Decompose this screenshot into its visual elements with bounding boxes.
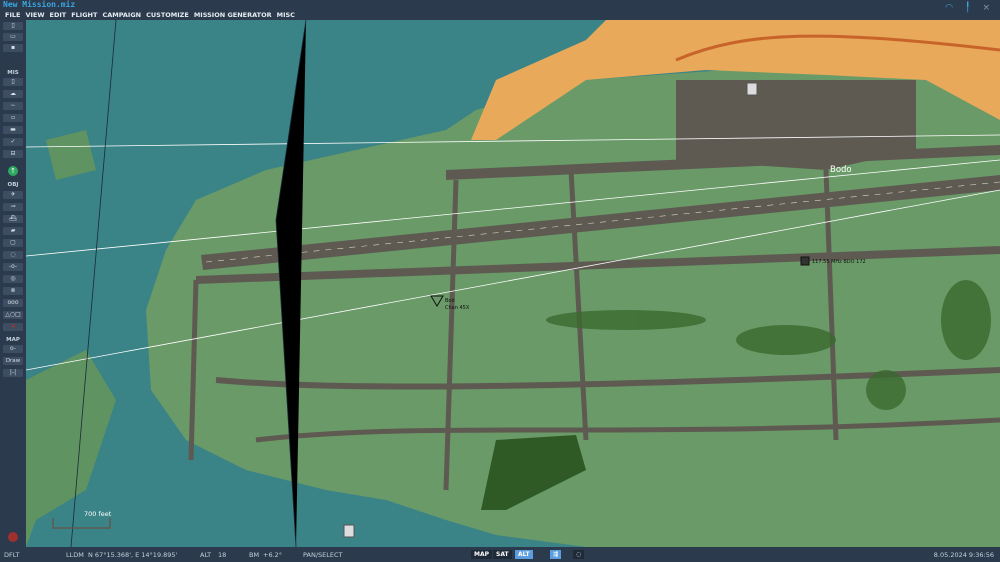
mis-label: MIS (7, 70, 19, 76)
template-icon[interactable]: ◌ (3, 251, 23, 259)
waypoint-icon[interactable]: -o- (3, 263, 23, 271)
shapes-icon[interactable]: △○□ (3, 311, 23, 319)
up-arrow-icon[interactable]: ↑ (8, 166, 18, 176)
weather-icon[interactable]: ☁ (3, 90, 23, 98)
menu-file[interactable]: FILE (5, 11, 20, 20)
window-title: New Mission.miz (3, 0, 76, 9)
alt-view-button[interactable]: ALT (515, 550, 533, 559)
mission-tasks-icon[interactable]: ⊟ (3, 150, 23, 158)
tacan-label-name[interactable]: Bod (445, 298, 455, 304)
delete-icon[interactable]: ✕ (3, 323, 23, 331)
clock-icon[interactable]: ◌ (573, 550, 585, 559)
tank-icon[interactable]: ▰ (3, 227, 23, 235)
menu-bar: FILE VIEW EDIT FLIGHT CAMPAIGN CUSTOMIZE… (0, 11, 1000, 20)
coord-mode[interactable]: LLDM (66, 551, 84, 559)
menu-mission-generator[interactable]: MISSION GENERATOR (194, 11, 272, 20)
ship-icon[interactable]: ⛴ (3, 215, 23, 223)
coords-readout: N 67°15.368', E 14°19.895' (88, 551, 178, 559)
mode-readout: PAN/SELECT (303, 551, 343, 559)
trigger-zone-icon[interactable]: ▫ (3, 114, 23, 122)
menu-edit[interactable]: EDIT (50, 11, 67, 20)
menu-flight[interactable]: FLIGHT (71, 11, 97, 20)
menu-campaign[interactable]: CAMPAIGN (102, 11, 141, 20)
title-bar: New Mission.miz ◠ ╿ × (0, 0, 1000, 13)
profile-select[interactable]: DFLT (4, 551, 19, 559)
map-options-icon[interactable]: o- (3, 345, 23, 353)
static-object-icon[interactable]: ▢ (3, 239, 23, 247)
map-canvas[interactable]: 700 feet Bodo Bod Chan 45X 117.55 MHz BD… (26, 20, 1000, 547)
alt-label: ALT (200, 551, 212, 559)
city-label-bodo: Bodo (830, 165, 852, 175)
record-icon[interactable] (8, 532, 18, 542)
menu-misc[interactable]: MISC (277, 11, 295, 20)
plane-icon[interactable]: ✈ (3, 191, 23, 199)
ruler-icon[interactable]: |-| (3, 369, 23, 377)
tacan-label-channel[interactable]: Chan 45X (445, 305, 470, 311)
obj-label: OBJ (7, 182, 19, 188)
point-icon[interactable]: ⊗ (3, 287, 23, 295)
layers-icon[interactable]: ⇶ (550, 550, 562, 559)
status-bar: DFLT LLDM N 67°15.368', E 14°19.895' ALT… (0, 547, 1000, 562)
triggers-icon[interactable]: ∼ (3, 102, 23, 110)
draw-button[interactable]: Draw (3, 357, 23, 365)
bm-value: +6.2° (263, 551, 283, 559)
bm-label: BM (249, 551, 260, 559)
check-icon[interactable]: ✓ (3, 138, 23, 146)
open-folder-icon[interactable]: ▭ (3, 33, 23, 41)
sat-view-button[interactable]: SAT (493, 550, 512, 559)
goals-icon[interactable]: ▬ (3, 126, 23, 134)
scale-label: 700 feet (84, 510, 112, 518)
datetime: 8.05.2024 9:36:56 (933, 551, 994, 559)
nav-target-icon[interactable]: ◎ (3, 275, 23, 283)
helicopter-icon[interactable]: ⊸ (3, 203, 23, 211)
alt-value: 18 (218, 551, 227, 559)
group-icon[interactable]: ooo (3, 299, 23, 307)
left-toolbar: ▯ ▭ ▪ MIS ▯ ☁ ∼ ▫ ▬ ✓ ⊟ ↑ OBJ ✈ ⊸ ⛴ ▰ ▢ … (0, 20, 26, 547)
save-icon[interactable]: ▪ (3, 44, 23, 52)
menu-customize[interactable]: CUSTOMIZE (146, 11, 189, 20)
new-file-icon[interactable]: ▯ (3, 22, 23, 30)
menu-view[interactable]: VIEW (25, 11, 44, 20)
briefing-icon[interactable]: ▯ (3, 78, 23, 86)
map-label: MAP (6, 337, 20, 343)
map-view-button[interactable]: MAP (471, 550, 493, 559)
vor-label[interactable]: 117.55 MHz BDO 172 (812, 259, 866, 265)
